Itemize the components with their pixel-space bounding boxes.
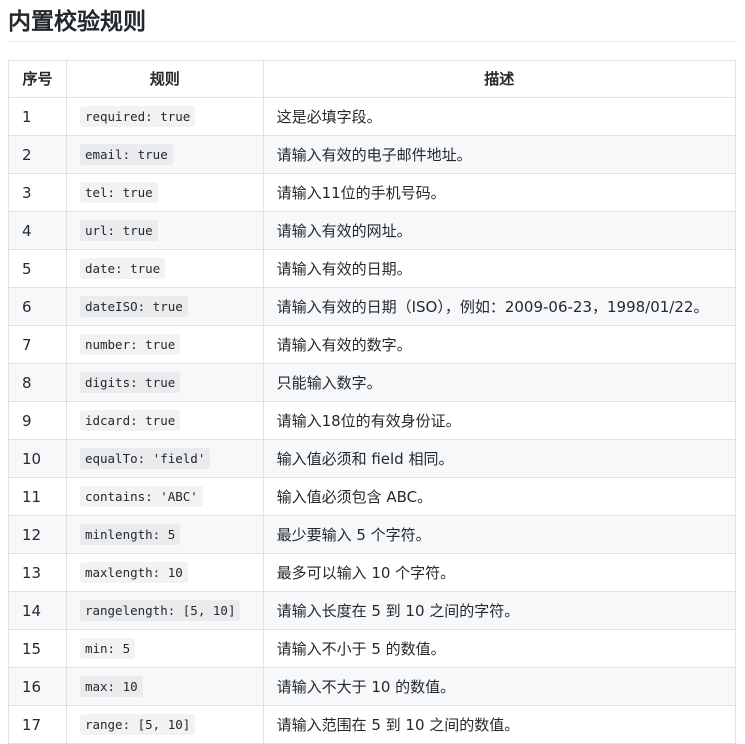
row-index: 17 [8,705,67,744]
table-row: 7 number: true 请输入有效的数字。 [8,325,737,364]
row-rule-cell: min: 5 [65,629,264,668]
rule-code: equalTo: 'field' [79,448,211,469]
row-rule-cell: contains: 'ABC' [65,477,264,516]
rule-code: contains: 'ABC' [79,486,203,507]
document-page: 内置校验规则 [0,0,745,42]
row-description: 只能输入数字。 [262,363,737,402]
table-row: 11 contains: 'ABC' 输入值必须包含 ABC。 [8,477,737,516]
table-body: 1 required: true 这是必填字段。 2 email: true 请输入有效的… [8,97,737,744]
row-description: 请输入有效的数字。 [262,325,737,364]
table-row: 14 rangelength: [5, 10] 请输入长度在 5 到 10 之间的字… [8,591,737,630]
rule-code: min: 5 [79,638,136,659]
table-row: 13 maxlength: 10 最多可以输入 10 个字符。 [8,553,737,592]
row-index: 10 [8,439,67,478]
rule-code: idcard: true [79,410,181,431]
row-rule-cell: date: true [65,249,264,288]
row-index: 13 [8,553,67,592]
rule-code: max: 10 [79,676,143,697]
table-row: 8 digits: true 只能输入数字。 [8,363,737,402]
row-rule-cell: url: true [65,211,264,250]
rule-code: required: true [79,106,196,127]
row-rule-cell: idcard: true [65,401,264,440]
column-header-description: 描述 [262,60,737,98]
column-header-index: 序号 [8,60,67,98]
section-heading: 内置校验规则 [8,0,737,42]
row-index: 12 [8,515,67,554]
row-index: 5 [8,249,67,288]
row-index: 1 [8,97,67,136]
rule-code: range: [5, 10] [79,714,196,735]
row-rule-cell: digits: true [65,363,264,402]
rules-table: 序号 规则 描述 1 required: true 这是必填字段。 2 email: t… [8,60,737,744]
row-description: 请输入范围在 5 到 10 之间的数值。 [262,705,737,744]
rule-code: digits: true [79,372,181,393]
row-rule-cell: minlength: 5 [65,515,264,554]
row-description: 请输入有效的日期。 [262,249,737,288]
row-rule-cell: rangelength: [5, 10] [65,591,264,630]
table-row: 10 equalTo: 'field' 输入值必须和 field 相同。 [8,439,737,478]
table-row: 3 tel: true 请输入11位的手机号码。 [8,173,737,212]
row-index: 7 [8,325,67,364]
row-index: 3 [8,173,67,212]
row-index: 4 [8,211,67,250]
row-index: 16 [8,667,67,706]
row-rule-cell: equalTo: 'field' [65,439,264,478]
row-description: 请输入不大于 10 的数值。 [262,667,737,706]
row-description: 最少要输入 5 个字符。 [262,515,737,554]
table-header: 序号 规则 描述 [8,60,737,98]
table-row: 5 date: true 请输入有效的日期。 [8,249,737,288]
row-description: 这是必填字段。 [262,97,737,136]
rule-code: tel: true [79,182,158,203]
row-description: 请输入有效的电子邮件地址。 [262,135,737,174]
row-description: 请输入不小于 5 的数值。 [262,629,737,668]
row-rule-cell: required: true [65,97,264,136]
row-rule-cell: maxlength: 10 [65,553,264,592]
row-description: 请输入有效的网址。 [262,211,737,250]
rule-code: url: true [79,220,158,241]
rule-code: number: true [79,334,181,355]
row-index: 15 [8,629,67,668]
row-index: 8 [8,363,67,402]
row-rule-cell: max: 10 [65,667,264,706]
row-rule-cell: number: true [65,325,264,364]
row-index: 11 [8,477,67,516]
row-rule-cell: email: true [65,135,264,174]
rule-code: rangelength: [5, 10] [79,600,241,621]
row-description: 请输入有效的日期（ISO），例如：2009-06-23，1998/01/22。 [262,287,737,326]
row-description: 请输入18位的有效身份证。 [262,401,737,440]
rule-code: email: true [79,144,173,165]
table-row: 15 min: 5 请输入不小于 5 的数值。 [8,629,737,668]
table-row: 6 dateISO: true 请输入有效的日期（ISO），例如：2009-06-2… [8,287,737,326]
row-index: 2 [8,135,67,174]
table-row: 1 required: true 这是必填字段。 [8,97,737,136]
table-row: 17 range: [5, 10] 请输入范围在 5 到 10 之间的数值。 [8,705,737,744]
row-description: 最多可以输入 10 个字符。 [262,553,737,592]
column-header-rule: 规则 [65,60,264,98]
table-row: 2 email: true 请输入有效的电子邮件地址。 [8,135,737,174]
row-description: 输入值必须和 field 相同。 [262,439,737,478]
row-index: 14 [8,591,67,630]
table-row: 12 minlength: 5 最少要输入 5 个字符。 [8,515,737,554]
row-description: 请输入长度在 5 到 10 之间的字符。 [262,591,737,630]
row-rule-cell: dateISO: true [65,287,264,326]
row-description: 输入值必须包含 ABC。 [262,477,737,516]
row-index: 9 [8,401,67,440]
table-row: 16 max: 10 请输入不大于 10 的数值。 [8,667,737,706]
row-rule-cell: tel: true [65,173,264,212]
rule-code: maxlength: 10 [79,562,188,583]
table-row: 4 url: true 请输入有效的网址。 [8,211,737,250]
rule-code: dateISO: true [79,296,188,317]
rule-code: date: true [79,258,166,279]
row-rule-cell: range: [5, 10] [65,705,264,744]
row-index: 6 [8,287,67,326]
table-row: 9 idcard: true 请输入18位的有效身份证。 [8,401,737,440]
row-description: 请输入11位的手机号码。 [262,173,737,212]
rule-code: minlength: 5 [79,524,181,545]
